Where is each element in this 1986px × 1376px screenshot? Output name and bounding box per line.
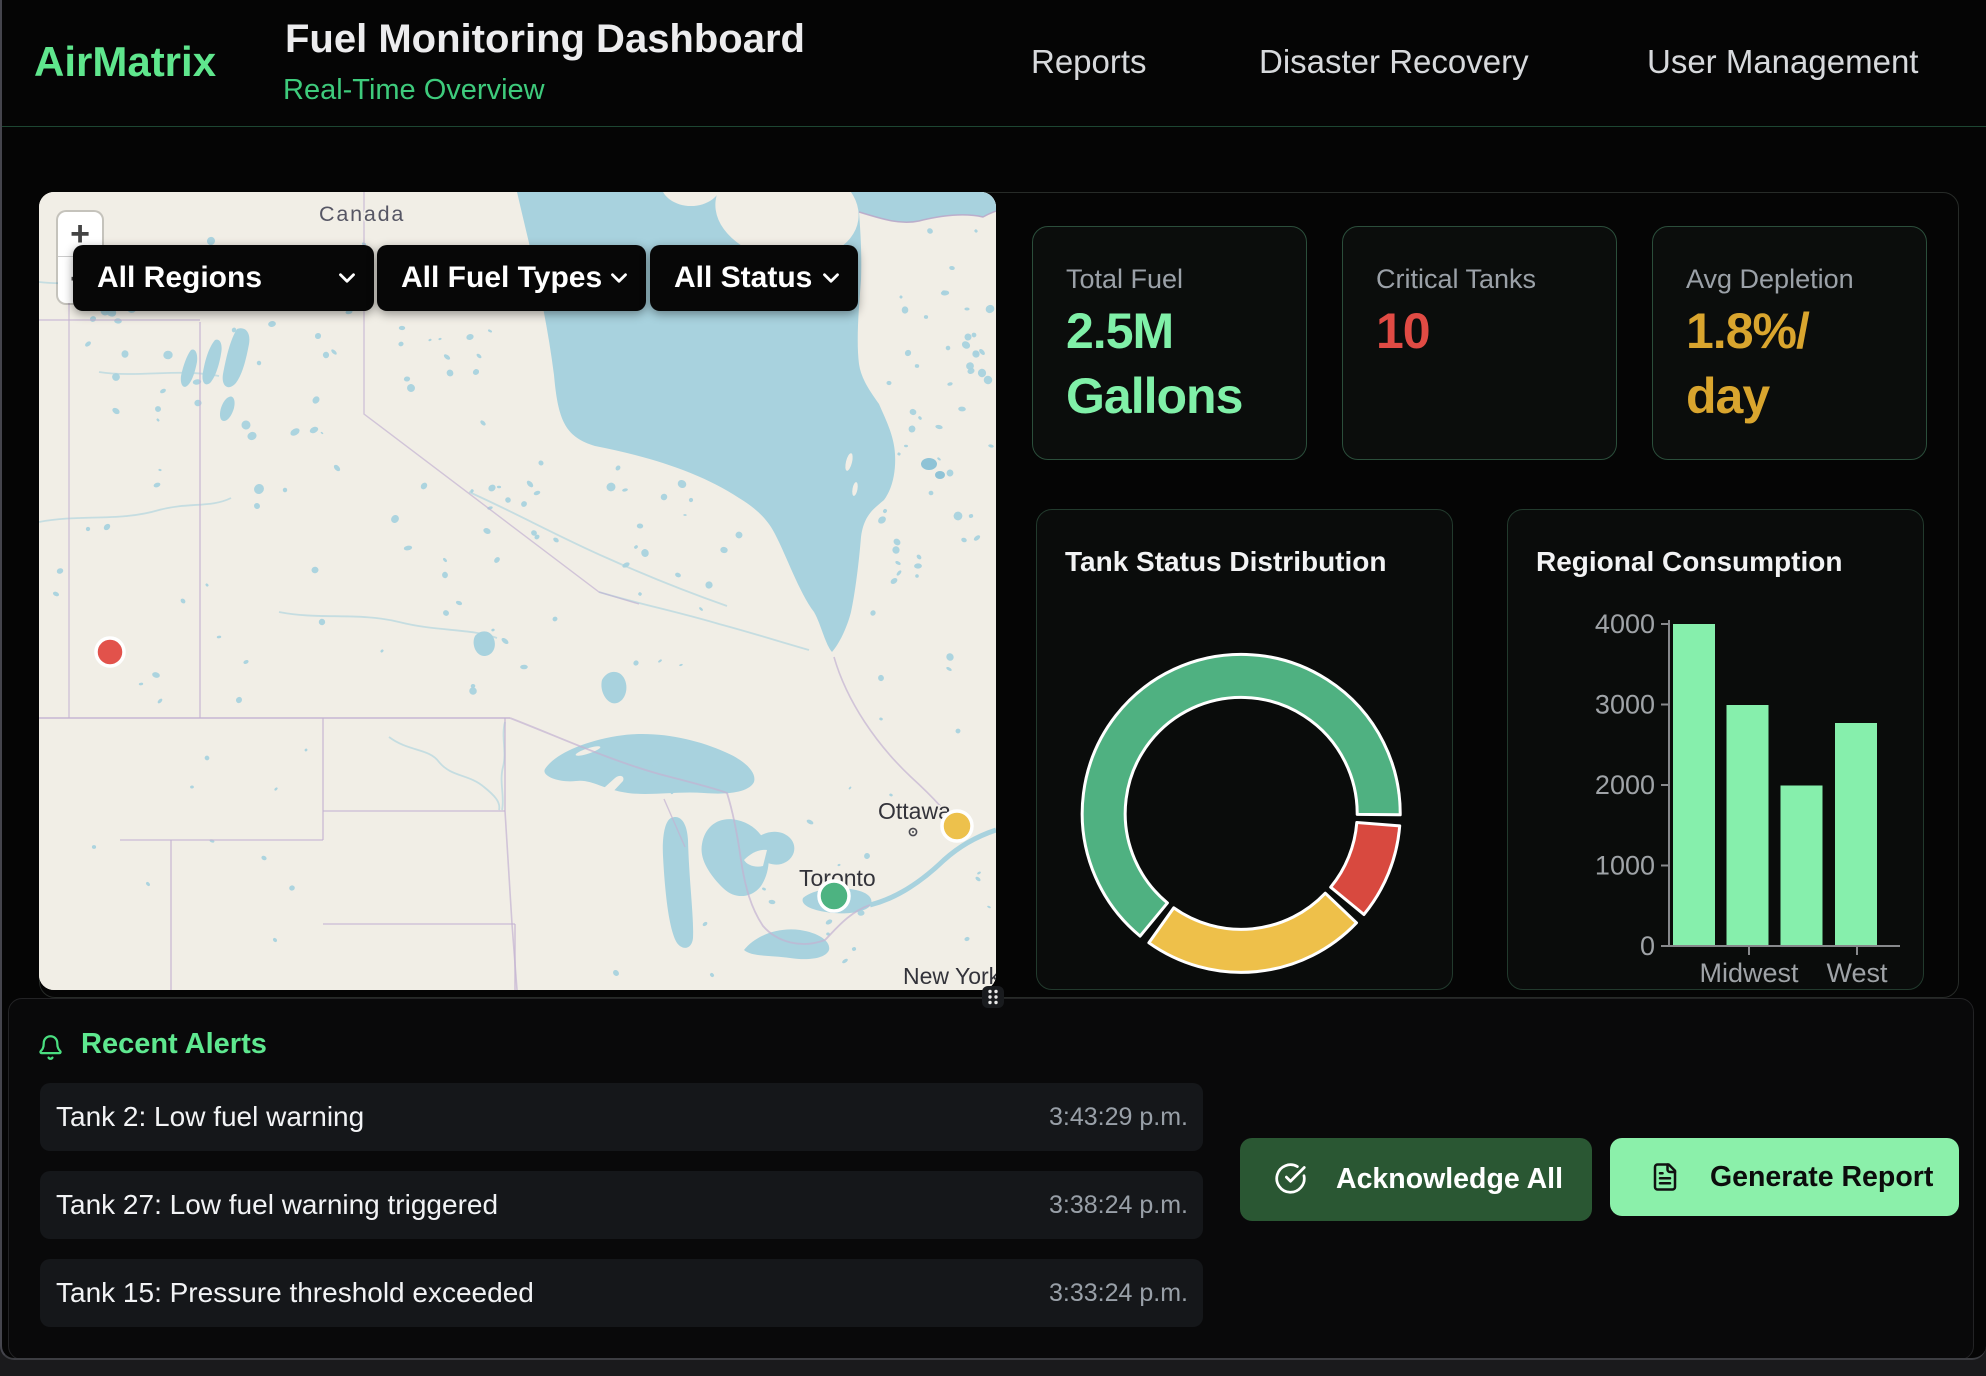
svg-text:4000: 4000 <box>1595 609 1655 639</box>
svg-text:0: 0 <box>1640 931 1655 961</box>
svg-text:Midwest: Midwest <box>1699 958 1799 988</box>
svg-text:West: West <box>1826 958 1888 988</box>
svg-text:1000: 1000 <box>1595 851 1655 881</box>
svg-text:3000: 3000 <box>1595 690 1655 720</box>
svg-text:Canada: Canada <box>319 202 405 226</box>
svg-text:Ottawa: Ottawa <box>878 798 951 824</box>
svg-text:2000: 2000 <box>1595 770 1655 800</box>
